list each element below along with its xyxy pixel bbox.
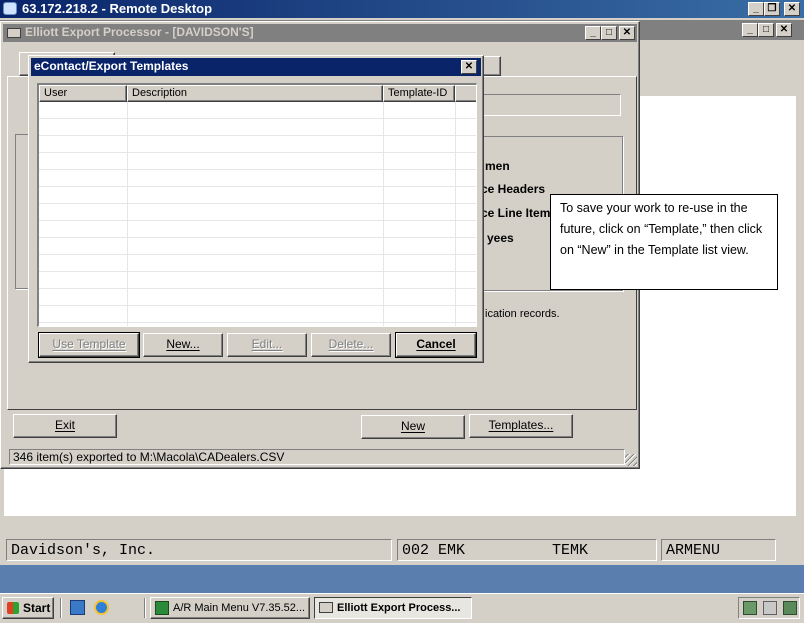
dialog-close-button[interactable]: ✕ xyxy=(461,60,477,74)
column-blank xyxy=(455,85,476,102)
system-tray xyxy=(738,597,800,619)
bg-text-field[interactable] xyxy=(471,94,621,116)
rdp-title-bar[interactable]: 63.172.218.2 - Remote Desktop _ ❐ ✕ xyxy=(0,0,804,18)
resize-grip-icon[interactable] xyxy=(625,454,637,466)
bg-label-2: ce Headers xyxy=(481,182,546,196)
export-window-title: Elliott Export Processor - [DAVIDSON'S] xyxy=(25,25,254,39)
export-close-button[interactable]: ✕ xyxy=(619,26,635,40)
minimize-button[interactable]: _ xyxy=(748,2,764,16)
taskbar: Start A/R Main Menu V7.35.52... Elliott … xyxy=(0,593,804,623)
user-code: TEMK xyxy=(552,542,589,559)
edit-label: Edit... xyxy=(251,337,283,351)
export-status-text: 346 item(s) exported to M:\Macola\CADeal… xyxy=(13,450,285,464)
rdp-app-icon xyxy=(3,2,17,15)
use-template-button[interactable]: Use Template xyxy=(38,332,140,358)
windows-logo-icon xyxy=(7,602,19,614)
export-minimize-button[interactable]: _ xyxy=(585,26,601,40)
dialog-new-label: New... xyxy=(166,337,200,351)
company-name: Davidson's, Inc. xyxy=(11,542,156,559)
bg-label-1: men xyxy=(485,159,510,173)
close-button[interactable]: ✕ xyxy=(784,2,800,16)
list-header: User Description Template-ID xyxy=(39,85,476,102)
taskbar-item-ar-main-menu[interactable]: A/R Main Menu V7.35.52... xyxy=(150,597,310,619)
use-template-label: Use Template xyxy=(52,337,126,351)
internet-explorer-icon[interactable] xyxy=(94,600,109,615)
messenger-icon[interactable] xyxy=(763,601,777,615)
bg-label-4: yees xyxy=(487,231,514,245)
code-field: 002 EMK TEMK xyxy=(397,539,657,561)
instruction-callout: To save your work to re-use in the futur… xyxy=(550,194,778,290)
export-window-icon xyxy=(7,28,21,38)
taskbar-item-export[interactable]: Elliott Export Process... xyxy=(314,597,472,619)
show-desktop-icon[interactable] xyxy=(70,600,85,615)
quicklaunch-divider xyxy=(60,598,62,618)
templates-list-view[interactable]: User Description Template-ID xyxy=(37,83,477,327)
dialog-new-button[interactable]: New... xyxy=(143,333,223,357)
delete-label: Delete... xyxy=(328,337,374,351)
delete-button[interactable]: Delete... xyxy=(311,333,391,357)
main-minimize-button[interactable]: _ xyxy=(742,23,758,37)
bg-note: ication records. xyxy=(485,308,560,320)
main-maximize-button[interactable]: □ xyxy=(758,23,774,37)
export-window-title-bar[interactable]: Elliott Export Processor - [DAVIDSON'S] … xyxy=(3,24,637,42)
volume-icon[interactable] xyxy=(783,601,797,615)
edit-button[interactable]: Edit... xyxy=(227,333,307,357)
company-field: Davidson's, Inc. xyxy=(6,539,392,561)
grid-divider-1 xyxy=(127,102,128,326)
templates-button[interactable]: Templates... xyxy=(469,414,573,438)
column-description[interactable]: Description xyxy=(127,85,383,102)
bg-label-3: ce Line Item xyxy=(481,206,551,220)
exit-button[interactable]: Exit xyxy=(13,414,117,438)
restore-button[interactable]: ❐ xyxy=(764,2,780,16)
main-close-button[interactable]: ✕ xyxy=(776,23,792,37)
cancel-button[interactable]: Cancel xyxy=(395,332,477,358)
list-grid xyxy=(39,102,476,326)
grid-divider-2 xyxy=(383,102,384,326)
instruction-callout-text: To save your work to re-use in the futur… xyxy=(560,201,763,257)
templates-dialog: eContact/Export Templates ✕ User Descrip… xyxy=(28,55,484,363)
menu-name: ARMENU xyxy=(666,542,721,559)
grid-divider-3 xyxy=(455,102,456,326)
taskbar-item-export-label: Elliott Export Process... xyxy=(337,602,461,614)
blue-band xyxy=(0,565,804,593)
new-button[interactable]: New xyxy=(361,415,465,439)
rdp-title: 63.172.218.2 - Remote Desktop xyxy=(22,1,213,16)
column-template-id-label: Template-ID xyxy=(388,87,448,99)
ar-menu-app-icon xyxy=(155,601,169,615)
start-label: Start xyxy=(23,601,51,615)
taskbar-item-ar-label: A/R Main Menu V7.35.52... xyxy=(173,602,306,614)
column-description-label: Description xyxy=(132,87,188,99)
dialog-title: eContact/Export Templates xyxy=(34,59,189,73)
taskbar-divider xyxy=(144,598,146,618)
start-button[interactable]: Start xyxy=(2,597,54,619)
export-app-icon xyxy=(319,602,333,613)
column-user[interactable]: User xyxy=(39,85,127,102)
column-template-id[interactable]: Template-ID xyxy=(383,85,455,102)
network-icon[interactable] xyxy=(743,601,757,615)
column-user-label: User xyxy=(44,87,68,99)
dialog-title-bar[interactable]: eContact/Export Templates ✕ xyxy=(31,58,481,76)
exit-label: Exit xyxy=(54,418,75,432)
templates-label: Templates... xyxy=(488,418,554,432)
new-label: New xyxy=(400,419,425,433)
export-maximize-button[interactable]: □ xyxy=(601,26,617,40)
cancel-label: Cancel xyxy=(416,337,456,351)
menu-field: ARMENU xyxy=(661,539,776,561)
export-status-bar: 346 item(s) exported to M:\Macola\CADeal… xyxy=(9,449,625,465)
company-code: 002 EMK xyxy=(402,542,466,559)
